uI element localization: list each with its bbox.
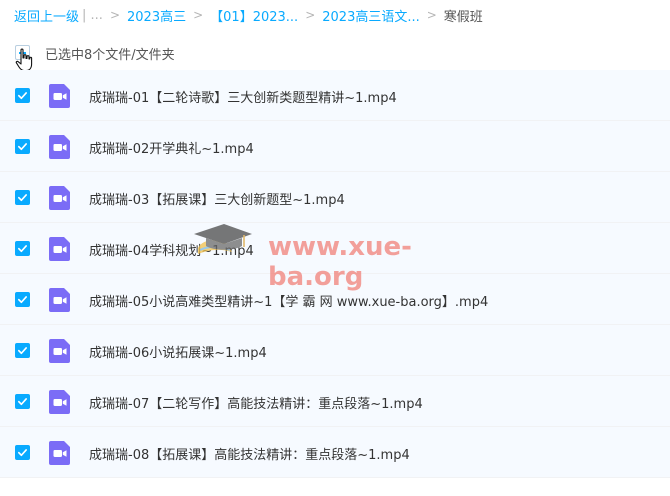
file-name[interactable]: 成瑞瑞-05小说高难类型精讲~1【学 霸 网 www.xue-ba.org】.m… bbox=[89, 291, 488, 310]
selection-count: 已选中8个文件/文件夹 bbox=[45, 48, 175, 63]
video-file-icon bbox=[49, 186, 70, 210]
file-name[interactable]: 成瑞瑞-03【拓展课】三大创新题型~1.mp4 bbox=[89, 189, 345, 208]
video-file-icon bbox=[49, 441, 70, 465]
row-checkbox[interactable] bbox=[15, 343, 30, 358]
check-icon bbox=[18, 194, 27, 202]
file-row[interactable]: 成瑞瑞-02开学典礼~1.mp4 bbox=[0, 121, 670, 172]
file-name[interactable]: 成瑞瑞-06小说拓展课~1.mp4 bbox=[89, 342, 267, 361]
back-link[interactable]: 返回上一级 bbox=[14, 6, 79, 25]
file-name[interactable]: 成瑞瑞-07【二轮写作】高能技法精讲：重点段落~1.mp4 bbox=[89, 393, 423, 412]
breadcrumb-current: 寒假班 bbox=[443, 9, 483, 25]
breadcrumb-separator: > bbox=[109, 8, 120, 22]
video-file-icon bbox=[49, 339, 70, 363]
check-icon bbox=[18, 398, 27, 406]
video-file-icon bbox=[49, 237, 70, 261]
breadcrumb-item-2[interactable]: 【01】2023... bbox=[210, 6, 298, 25]
video-file-icon bbox=[49, 390, 70, 414]
row-checkbox[interactable] bbox=[15, 445, 30, 460]
row-checkbox[interactable] bbox=[15, 190, 30, 205]
breadcrumb-separator: > bbox=[426, 8, 437, 22]
file-name[interactable]: 成瑞瑞-02开学典礼~1.mp4 bbox=[89, 138, 254, 157]
file-name[interactable]: 成瑞瑞-04学科规划~1.mp4 bbox=[89, 240, 254, 259]
file-row[interactable]: 成瑞瑞-05小说高难类型精讲~1【学 霸 网 www.xue-ba.org】.m… bbox=[0, 274, 670, 325]
video-file-icon bbox=[49, 84, 70, 108]
breadcrumb-item-1[interactable]: 2023高三 bbox=[127, 6, 186, 25]
file-row[interactable]: 成瑞瑞-01【二轮诗歌】三大创新类题型精讲~1.mp4 bbox=[0, 70, 670, 121]
file-row[interactable]: 成瑞瑞-08【拓展课】高能技法精讲：重点段落~1.mp4 bbox=[0, 427, 670, 478]
hand-cursor-icon bbox=[15, 48, 33, 72]
file-row[interactable]: 成瑞瑞-07【二轮写作】高能技法精讲：重点段落~1.mp4 bbox=[0, 376, 670, 427]
check-icon bbox=[18, 296, 27, 304]
breadcrumb-item-3[interactable]: 2023高三语文... bbox=[322, 6, 419, 25]
row-checkbox[interactable] bbox=[15, 292, 30, 307]
file-list: 成瑞瑞-01【二轮诗歌】三大创新类题型精讲~1.mp4 成瑞瑞-02开学典礼~1… bbox=[0, 70, 670, 478]
breadcrumb-more[interactable]: | ... bbox=[82, 8, 103, 23]
check-icon bbox=[18, 143, 27, 151]
breadcrumb-separator: > bbox=[193, 8, 204, 22]
file-row[interactable]: 成瑞瑞-04学科规划~1.mp4 bbox=[0, 223, 670, 274]
file-name[interactable]: 成瑞瑞-01【二轮诗歌】三大创新类题型精讲~1.mp4 bbox=[89, 87, 397, 106]
row-checkbox[interactable] bbox=[15, 241, 30, 256]
check-icon bbox=[18, 92, 27, 100]
check-icon bbox=[18, 245, 27, 253]
file-name[interactable]: 成瑞瑞-08【拓展课】高能技法精讲：重点段落~1.mp4 bbox=[89, 444, 410, 463]
video-file-icon bbox=[49, 288, 70, 312]
breadcrumb: 返回上一级 | ... > 2023高三 > 【01】2023... > 202… bbox=[14, 5, 483, 25]
row-checkbox[interactable] bbox=[15, 88, 30, 103]
breadcrumb-separator: > bbox=[305, 8, 316, 22]
video-file-icon bbox=[49, 135, 70, 159]
check-icon bbox=[18, 449, 27, 457]
file-row[interactable]: 成瑞瑞-03【拓展课】三大创新题型~1.mp4 bbox=[0, 172, 670, 223]
check-icon bbox=[18, 347, 27, 355]
selection-bar: 已选中8个文件/文件夹 bbox=[0, 38, 670, 72]
file-row[interactable]: 成瑞瑞-06小说拓展课~1.mp4 bbox=[0, 325, 670, 376]
row-checkbox[interactable] bbox=[15, 139, 30, 154]
row-checkbox[interactable] bbox=[15, 394, 30, 409]
